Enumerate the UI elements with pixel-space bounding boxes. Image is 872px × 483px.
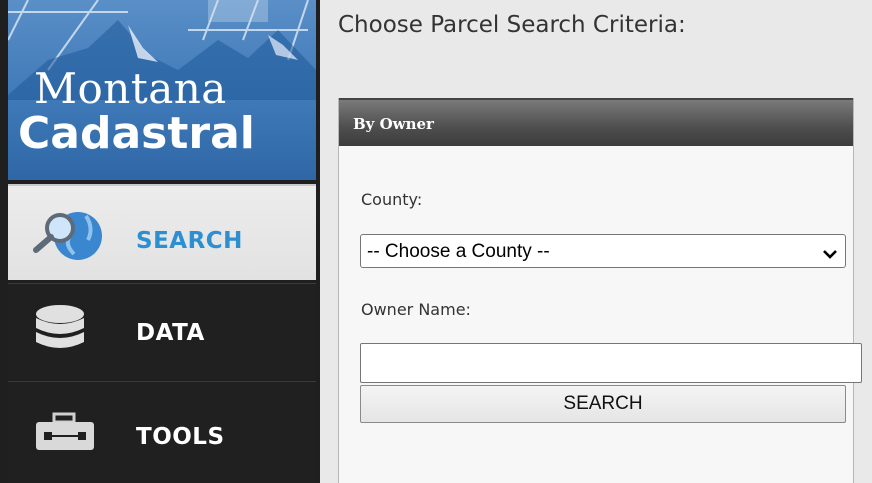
nav-item-search[interactable]: SEARCH [8, 184, 316, 280]
page-title: Choose Parcel Search Criteria: [338, 12, 686, 38]
panel-header: By Owner [339, 98, 853, 146]
chevron-down-icon [823, 245, 837, 264]
logo-text-cadastral: Cadastral [18, 108, 255, 159]
sidebar: Montana Cadastral SEARCH DATA TOOLS [0, 0, 320, 483]
county-select[interactable]: -- Choose a County -- [360, 234, 846, 268]
globe-magnifier-icon [30, 204, 110, 268]
panel-title: By Owner [353, 115, 434, 133]
toolbox-icon [30, 400, 100, 460]
search-button[interactable]: SEARCH [360, 385, 846, 423]
owner-name-label: Owner Name: [361, 300, 471, 319]
owner-name-input[interactable] [360, 343, 862, 383]
nav-label-tools: TOOLS [136, 424, 225, 450]
county-select-value: -- Choose a County -- [367, 241, 550, 262]
nav-item-data[interactable]: DATA [8, 283, 316, 379]
nav-label-data: DATA [136, 320, 205, 346]
montana-cadastral-logo[interactable]: Montana Cadastral [8, 0, 316, 180]
nav-label-search: SEARCH [136, 228, 243, 254]
nav-item-tools[interactable]: TOOLS [8, 381, 316, 483]
county-label: County: [361, 190, 423, 209]
logo-text-montana: Montana [34, 64, 227, 113]
main-content: Choose Parcel Search Criteria: By Owner … [320, 0, 872, 483]
by-owner-panel: By Owner County: -- Choose a County -- O… [338, 98, 862, 483]
database-icon [30, 302, 90, 362]
